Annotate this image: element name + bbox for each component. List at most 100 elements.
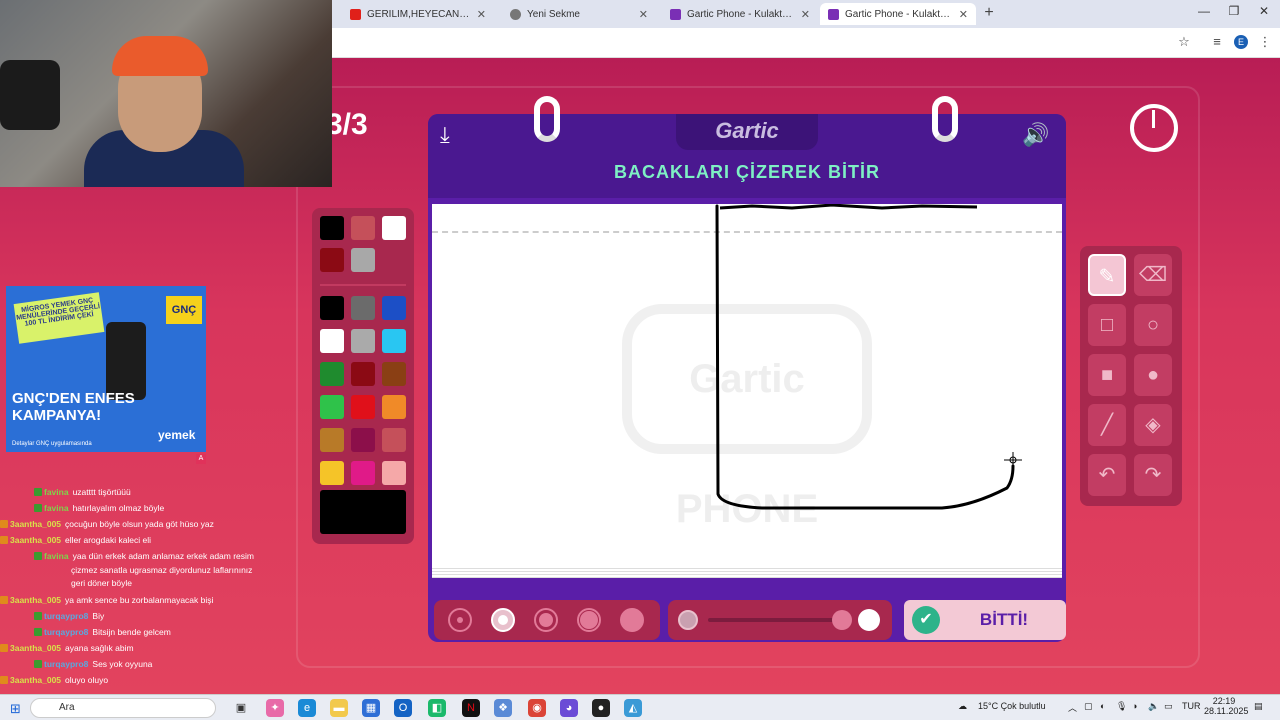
- copilot-icon[interactable]: ✦: [266, 699, 284, 717]
- clock[interactable]: 22:19 28.11.2025: [1204, 696, 1248, 716]
- ellipse-outline-tool[interactable]: ○: [1134, 304, 1172, 346]
- browser-menu-icon[interactable]: ⋮: [1256, 34, 1274, 50]
- slider-handle[interactable]: [832, 610, 852, 630]
- advertisement[interactable]: MİGROS YEMEK GNÇ MENÜLERİNDE GEÇERLİ 100…: [6, 286, 206, 452]
- color-swatch[interactable]: [320, 296, 344, 320]
- close-icon[interactable]: ✕: [801, 8, 810, 21]
- color-swatch[interactable]: [382, 395, 406, 419]
- color-swatch[interactable]: [382, 296, 406, 320]
- rectangle-outline-tool[interactable]: □: [1088, 304, 1126, 346]
- windows-start-icon[interactable]: ⊞: [10, 701, 21, 717]
- battery-icon[interactable]: ▭: [1164, 701, 1173, 712]
- color-swatch[interactable]: [382, 362, 406, 386]
- brush-size-option[interactable]: [491, 608, 515, 632]
- brush-size-option[interactable]: [577, 608, 601, 632]
- color-swatch[interactable]: [320, 248, 344, 272]
- done-button[interactable]: ✔ BİTTİ!: [904, 600, 1066, 640]
- minimize-icon[interactable]: —: [1194, 4, 1214, 18]
- window-close-icon[interactable]: ✕: [1254, 4, 1274, 18]
- discord-icon[interactable]: ◕: [560, 699, 578, 717]
- subscriber-badge-icon: [34, 628, 42, 636]
- volume-icon[interactable]: 🔊: [1022, 122, 1049, 148]
- restore-icon[interactable]: ❐: [1224, 4, 1244, 18]
- obs-icon[interactable]: ●: [592, 699, 610, 717]
- ellipse-filled-tool[interactable]: ●: [1134, 354, 1172, 396]
- close-icon[interactable]: ✕: [639, 8, 648, 21]
- subscriber-badge-icon: [34, 504, 42, 512]
- weather-text[interactable]: 15°C Çok bulutlu: [978, 701, 1046, 711]
- profile-avatar[interactable]: E: [1234, 35, 1248, 49]
- color-swatch[interactable]: [320, 428, 344, 452]
- app-icon[interactable]: ◭: [624, 699, 642, 717]
- color-swatch[interactable]: [320, 461, 344, 485]
- pen-tool[interactable]: ✎: [1088, 254, 1126, 296]
- color-swatch[interactable]: [320, 362, 344, 386]
- bookmark-star-icon[interactable]: ☆: [1175, 34, 1193, 50]
- tray-icon[interactable]: ◐: [1100, 701, 1105, 711]
- color-swatch[interactable]: [320, 329, 344, 353]
- pen-icon: ✎: [1098, 266, 1116, 288]
- fill-bucket-tool[interactable]: ◈: [1134, 404, 1172, 446]
- ad-banner: MİGROS YEMEK GNÇ MENÜLERİNDE GEÇERLİ 100…: [13, 292, 105, 344]
- outlook-icon[interactable]: O: [394, 699, 412, 717]
- microphone-tray-icon[interactable]: 🎙: [1116, 701, 1127, 712]
- new-tab-button[interactable]: +: [980, 4, 998, 22]
- moderator-badge-icon: [0, 520, 8, 528]
- undo-tool[interactable]: ↶: [1088, 454, 1126, 496]
- volume-tray-icon[interactable]: 🔈: [1148, 701, 1159, 712]
- browser-tab-1[interactable]: GERİLİM,HEYECAN VE GİZEM ✕: [342, 3, 494, 25]
- language-indicator[interactable]: TUR: [1182, 701, 1201, 711]
- download-icon[interactable]: ⤓: [440, 122, 450, 148]
- page-edges: [432, 566, 1062, 578]
- task-view-icon[interactable]: ▣: [232, 699, 250, 717]
- drawing-board: Gartic ⤓ 🔊 BACAKLARI ÇİZEREK BİTİR Garti…: [428, 96, 1066, 642]
- chrome-icon[interactable]: ◉: [528, 699, 546, 717]
- slider-track[interactable]: [708, 618, 848, 622]
- browser-tab-4[interactable]: Gartic Phone - Kulaktan Kulağa ✕: [820, 3, 976, 25]
- redo-tool[interactable]: ↷: [1134, 454, 1172, 496]
- browser-tab-2[interactable]: Yeni Sekme ✕: [502, 3, 656, 25]
- chat-text: ya amk sence bu zorbalanmayacak bişi: [65, 595, 214, 605]
- redo-icon: ↷: [1144, 464, 1162, 486]
- app-icon[interactable]: ❖: [494, 699, 512, 717]
- color-swatch[interactable]: [382, 216, 406, 240]
- color-swatch[interactable]: [351, 362, 375, 386]
- color-swatch[interactable]: [351, 428, 375, 452]
- file-explorer-icon[interactable]: ▬: [330, 699, 348, 717]
- rectangle-filled-tool[interactable]: ■: [1088, 354, 1126, 396]
- gartic-icon: [670, 8, 681, 20]
- brush-size-option[interactable]: [620, 608, 644, 632]
- drawing-canvas[interactable]: Gartic PHONE: [432, 204, 1062, 566]
- color-swatch[interactable]: [382, 428, 406, 452]
- browser-tab-3[interactable]: Gartic Phone - Kulaktan Kulağa ✕: [662, 3, 818, 25]
- color-swatch[interactable]: [382, 329, 406, 353]
- color-swatch[interactable]: [351, 216, 375, 240]
- color-swatch[interactable]: [320, 216, 344, 240]
- eraser-tool[interactable]: ⌫: [1134, 254, 1172, 296]
- brush-size-option[interactable]: [534, 608, 558, 632]
- color-swatch[interactable]: [351, 461, 375, 485]
- tab-search-icon[interactable]: ≡: [1208, 34, 1226, 49]
- netflix-icon[interactable]: N: [462, 699, 480, 717]
- tray-icon[interactable]: ◑: [1132, 701, 1137, 711]
- color-swatch[interactable]: [351, 329, 375, 353]
- streamer-cap: [112, 36, 208, 76]
- brush-size-option[interactable]: [448, 608, 472, 632]
- color-swatch[interactable]: [351, 248, 375, 272]
- tray-chevron-icon[interactable]: ︿: [1068, 701, 1077, 714]
- phone-link-icon[interactable]: ◧: [428, 699, 446, 717]
- binder-ring: [534, 96, 560, 142]
- color-swatch[interactable]: [382, 461, 406, 485]
- line-tool[interactable]: ╱: [1088, 404, 1126, 446]
- close-icon[interactable]: ✕: [477, 8, 486, 21]
- edge-icon[interactable]: e: [298, 699, 316, 717]
- chat-message: geri döner böyle: [71, 577, 132, 590]
- tray-icon[interactable]: ▢: [1084, 701, 1093, 712]
- taskbar-search[interactable]: Ara: [30, 698, 216, 718]
- close-icon[interactable]: ✕: [959, 8, 968, 21]
- notifications-icon[interactable]: ▤: [1254, 701, 1263, 712]
- color-swatch[interactable]: [351, 395, 375, 419]
- store-icon[interactable]: ▦: [362, 699, 380, 717]
- color-swatch[interactable]: [351, 296, 375, 320]
- color-swatch[interactable]: [320, 395, 344, 419]
